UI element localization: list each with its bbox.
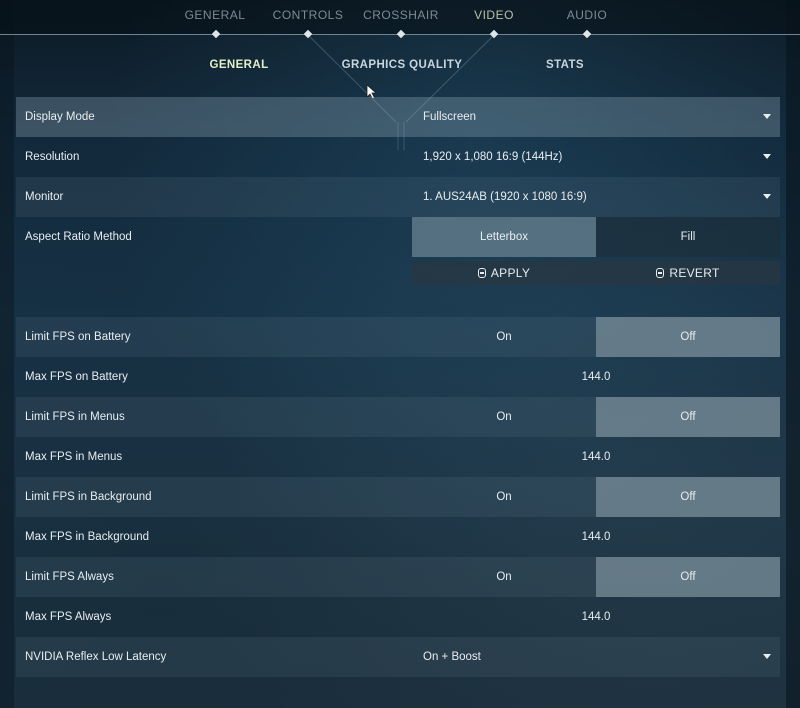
- dropdown-value: Fullscreen: [423, 111, 477, 123]
- off-option[interactable]: Off: [596, 317, 780, 357]
- caret-down-icon: [763, 154, 771, 159]
- numeric-value: 144.0: [581, 451, 611, 463]
- setting-label: Limit FPS in Menus: [25, 411, 125, 423]
- tab-audio[interactable]: AUDIO: [567, 8, 608, 22]
- setting-label: Max FPS on Battery: [25, 371, 128, 383]
- settings-list: Display Mode Fullscreen Resolution 1,920…: [16, 97, 780, 677]
- revert-label: REVERT: [669, 266, 720, 280]
- monitor-dropdown[interactable]: 1. AUS24AB (1920 x 1080 16:9): [412, 177, 780, 217]
- setting-limit-fps-background: Limit FPS in Background On Off: [16, 477, 780, 517]
- setting-monitor: Monitor 1. AUS24AB (1920 x 1080 16:9): [16, 177, 780, 217]
- setting-label: Resolution: [25, 151, 80, 163]
- letterbox-option[interactable]: Letterbox: [412, 217, 596, 257]
- aspect-ratio-toggle: Letterbox Fill: [412, 217, 780, 257]
- setting-label: Limit FPS on Battery: [25, 331, 131, 343]
- on-option[interactable]: On: [412, 397, 596, 437]
- subtab-stats[interactable]: STATS: [546, 59, 584, 71]
- off-option[interactable]: Off: [596, 477, 780, 517]
- revert-button[interactable]: REVERT: [596, 261, 780, 285]
- setting-display-mode: Display Mode Fullscreen: [16, 97, 780, 137]
- setting-label: Limit FPS Always: [25, 571, 114, 583]
- subtab-general[interactable]: GENERAL: [209, 59, 268, 71]
- setting-label: Limit FPS in Background: [25, 491, 152, 503]
- off-option[interactable]: Off: [596, 557, 780, 597]
- setting-limit-fps-menus: Limit FPS in Menus On Off: [16, 397, 780, 437]
- top-nav: GENERAL CONTROLS CROSSHAIR VIDEO AUDIO: [0, 8, 800, 24]
- max-fps-always-field[interactable]: 144.0: [412, 597, 780, 637]
- setting-max-fps-battery: Max FPS on Battery 144.0: [16, 357, 780, 397]
- apply-label: APPLY: [490, 266, 531, 280]
- lock-icon: [656, 268, 665, 278]
- setting-label: Max FPS in Background: [25, 531, 150, 543]
- dropdown-value: 1. AUS24AB (1920 x 1080 16:9): [423, 191, 587, 203]
- numeric-value: 144.0: [581, 531, 611, 543]
- setting-label: NVIDIA Reflex Low Latency: [25, 651, 167, 663]
- setting-label: Aspect Ratio Method: [25, 231, 132, 243]
- setting-label: Monitor: [25, 191, 64, 203]
- setting-limit-fps-always: Limit FPS Always On Off: [16, 557, 780, 597]
- setting-max-fps-background: Max FPS in Background 144.0: [16, 517, 780, 557]
- apply-button[interactable]: APPLY: [412, 261, 596, 285]
- limit-fps-background-toggle: On Off: [412, 477, 780, 517]
- caret-down-icon: [763, 654, 771, 659]
- display-mode-dropdown[interactable]: Fullscreen: [412, 97, 780, 137]
- tab-crosshair[interactable]: CROSSHAIR: [363, 8, 439, 22]
- caret-down-icon: [763, 114, 771, 119]
- setting-label: Max FPS Always: [25, 611, 112, 623]
- dropdown-value: On + Boost: [423, 651, 481, 663]
- resolution-dropdown[interactable]: 1,920 x 1,080 16:9 (144Hz): [412, 137, 780, 177]
- dropdown-value: 1,920 x 1,080 16:9 (144Hz): [423, 151, 563, 163]
- max-fps-menus-field[interactable]: 144.0: [412, 437, 780, 477]
- setting-resolution: Resolution 1,920 x 1,080 16:9 (144Hz): [16, 137, 780, 177]
- limit-fps-menus-toggle: On Off: [412, 397, 780, 437]
- setting-nvidia-reflex: NVIDIA Reflex Low Latency On + Boost: [16, 637, 780, 677]
- caret-down-icon: [763, 194, 771, 199]
- numeric-value: 144.0: [581, 611, 611, 623]
- on-option[interactable]: On: [412, 557, 596, 597]
- max-fps-background-field[interactable]: 144.0: [412, 517, 780, 557]
- max-fps-battery-field[interactable]: 144.0: [412, 357, 780, 397]
- nvidia-reflex-dropdown[interactable]: On + Boost: [412, 637, 780, 677]
- tab-controls[interactable]: CONTROLS: [273, 8, 344, 22]
- fill-option[interactable]: Fill: [596, 217, 780, 257]
- limit-fps-always-toggle: On Off: [412, 557, 780, 597]
- subtab-graphics-quality[interactable]: GRAPHICS QUALITY: [342, 59, 463, 71]
- off-option[interactable]: Off: [596, 397, 780, 437]
- on-option[interactable]: On: [412, 477, 596, 517]
- setting-max-fps-menus: Max FPS in Menus 144.0: [16, 437, 780, 477]
- setting-label: Max FPS in Menus: [25, 451, 123, 463]
- apply-revert-bar: APPLY REVERT: [16, 257, 780, 297]
- setting-limit-fps-battery: Limit FPS on Battery On Off: [16, 317, 780, 357]
- lock-icon: [477, 268, 486, 278]
- setting-aspect-ratio: Aspect Ratio Method Letterbox Fill: [16, 217, 780, 257]
- limit-fps-battery-toggle: On Off: [412, 317, 780, 357]
- numeric-value: 144.0: [581, 371, 611, 383]
- tab-video[interactable]: VIDEO: [474, 8, 514, 22]
- setting-label: Display Mode: [25, 111, 95, 123]
- tab-general[interactable]: GENERAL: [185, 8, 246, 22]
- setting-max-fps-always: Max FPS Always 144.0: [16, 597, 780, 637]
- on-option[interactable]: On: [412, 317, 596, 357]
